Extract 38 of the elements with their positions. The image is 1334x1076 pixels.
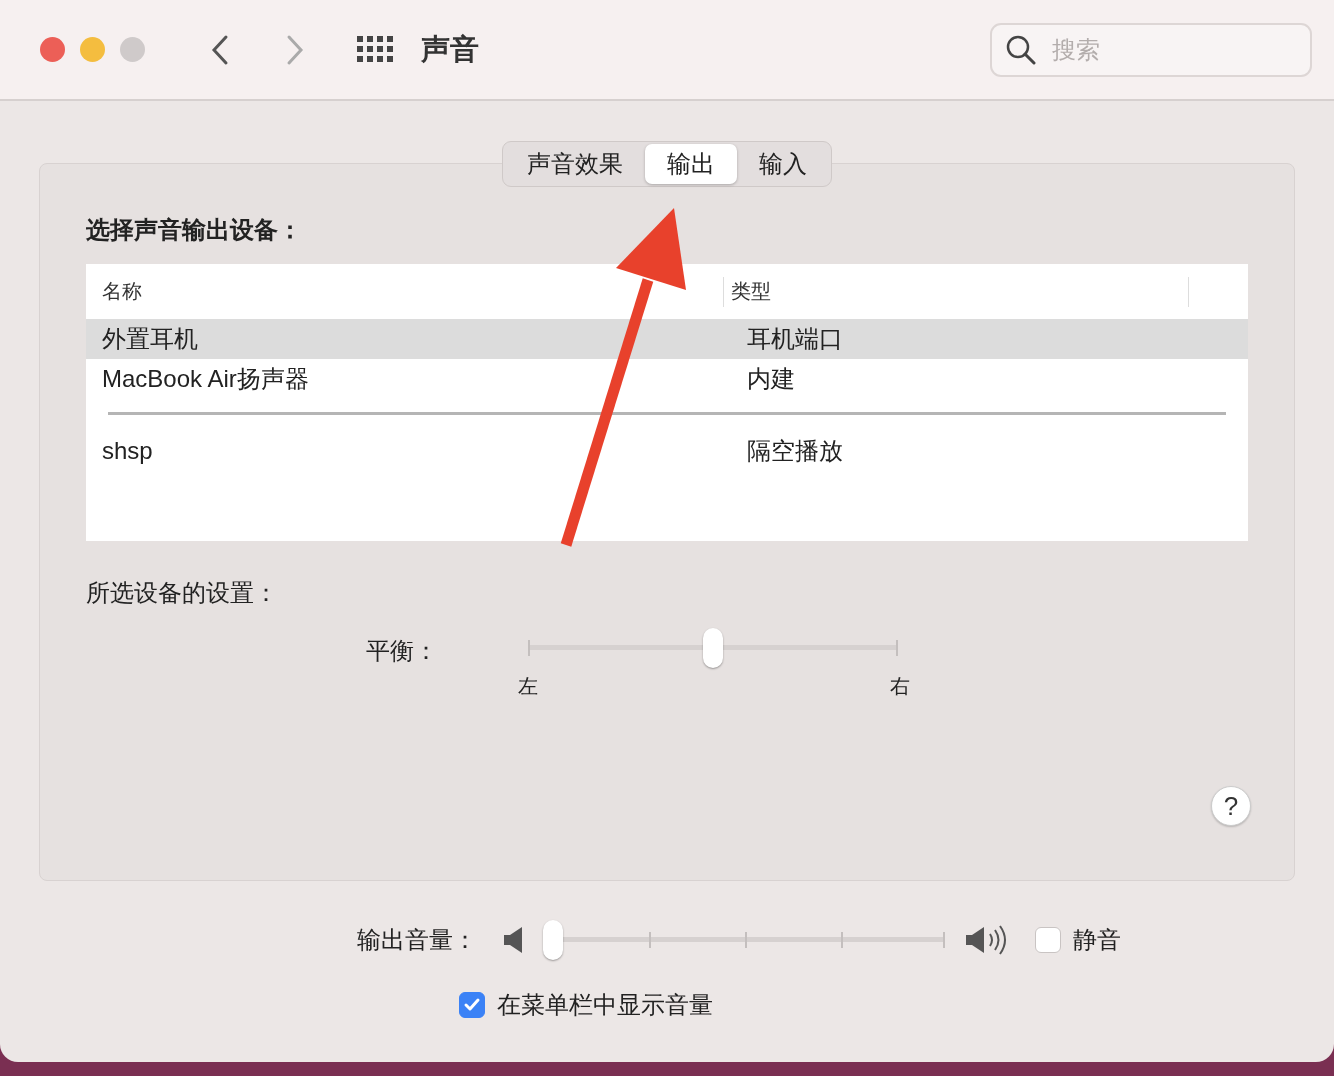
left-label: 左	[518, 674, 538, 699]
tab[interactable]: 输出	[645, 144, 737, 184]
minimize-button[interactable]	[80, 37, 105, 62]
volume-label: 输出音量：	[357, 925, 477, 955]
checkbox[interactable]	[1035, 927, 1061, 953]
back-icon[interactable]	[210, 33, 230, 66]
tab[interactable]: 输入	[737, 144, 829, 184]
checkbox[interactable]	[459, 992, 485, 1018]
mute-checkbox-label[interactable]: 静音	[1035, 924, 1121, 956]
table-cell-text: 隔空播放	[746, 436, 844, 466]
menu-bar-checkbox-label[interactable]: 在菜单栏中显示音量	[459, 989, 1295, 1021]
column-header[interactable]: 类型	[723, 276, 1188, 307]
menu-bar-volume-label: 在菜单栏中显示音量	[497, 990, 713, 1020]
table-cell-text: MacBook Air扬声器	[101, 364, 310, 394]
table-cell-text: 内建	[746, 364, 796, 394]
slider-thumb[interactable]	[703, 628, 723, 668]
grid-icon[interactable]	[357, 35, 393, 64]
right-label: 右	[890, 674, 910, 699]
section-heading: 所选设备的设置：	[86, 578, 279, 608]
tab[interactable]: 声音效果	[505, 144, 645, 184]
table-cell-text: 耳机端口	[746, 324, 844, 354]
search-icon	[1006, 34, 1036, 65]
close-button[interactable]	[40, 37, 65, 62]
balance-label: 平衡：	[366, 636, 438, 666]
table-cell-text: shsp	[101, 437, 154, 465]
search-field[interactable]: 搜索	[990, 22, 1312, 77]
speaker-icon	[503, 926, 525, 954]
mute-label: 静音	[1073, 925, 1121, 955]
loud-speaker-icon	[965, 925, 1009, 955]
window-title: 声音	[421, 31, 479, 67]
zoom-button[interactable]	[120, 37, 145, 62]
device-row[interactable]: 外置耳机 耳机端口	[86, 319, 1248, 359]
column-header[interactable]: 名称	[86, 276, 723, 307]
slider-thumb[interactable]	[543, 920, 563, 960]
table-cell-text: 外置耳机	[101, 324, 199, 354]
forward-icon[interactable]	[285, 33, 305, 66]
section-heading: 选择声音输出设备：	[86, 215, 303, 245]
help-button[interactable]: ?	[1211, 786, 1251, 826]
